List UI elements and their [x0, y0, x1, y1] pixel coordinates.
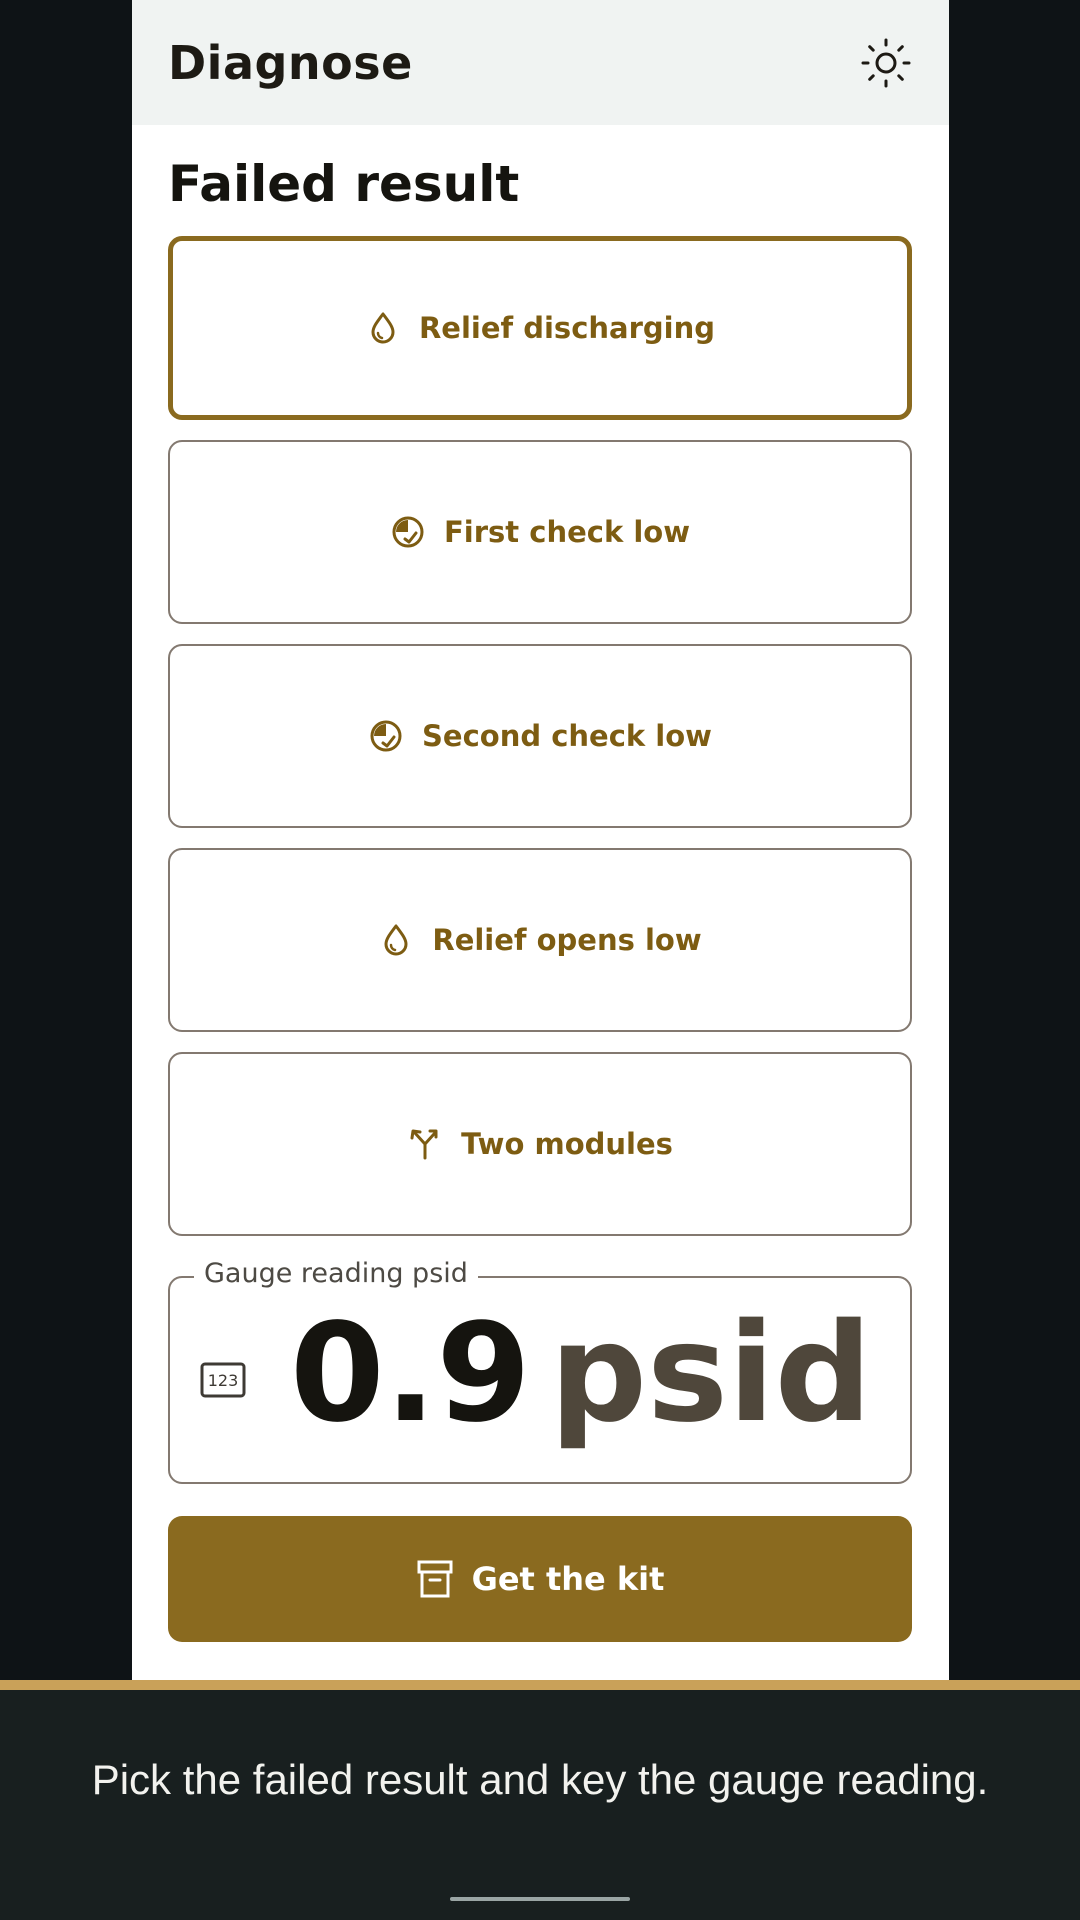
- option-label: Two modules: [461, 1127, 673, 1161]
- option-two-modules[interactable]: Two modules: [168, 1052, 912, 1236]
- page-title: Diagnose: [168, 35, 413, 90]
- option-second-check-low[interactable]: Second check low: [168, 644, 912, 828]
- caption-bar: Pick the failed result and key the gauge…: [0, 1680, 1080, 1920]
- app-bar: Diagnose: [132, 0, 949, 125]
- option-label: Relief opens low: [432, 923, 702, 957]
- svg-text:123: 123: [208, 1371, 239, 1390]
- option-relief-discharging[interactable]: Relief discharging: [168, 236, 912, 420]
- drop-icon: [371, 312, 395, 344]
- gauge-field-label: Gauge reading psid: [194, 1258, 478, 1289]
- get-kit-label: Get the kit: [471, 1560, 665, 1598]
- gauge-reading-field[interactable]: Gauge reading psid 123 0.9 psid: [168, 1258, 912, 1484]
- gauge-unit: psid: [549, 1295, 872, 1453]
- gauge-check-icon: [370, 720, 402, 752]
- option-relief-opens-low[interactable]: Relief opens low: [168, 848, 912, 1032]
- get-kit-button[interactable]: Get the kit: [168, 1516, 912, 1642]
- home-indicator[interactable]: [450, 1897, 630, 1901]
- archive-box-icon: [417, 1560, 453, 1598]
- caption-text: Pick the failed result and key the gauge…: [91, 1756, 989, 1803]
- gauge-value: 0.9: [290, 1295, 531, 1453]
- option-label: Second check low: [422, 719, 712, 753]
- gauge-check-icon: [392, 516, 424, 548]
- option-label: Relief discharging: [418, 311, 716, 345]
- section-title: Failed result: [168, 155, 520, 213]
- option-label: First check low: [443, 515, 690, 549]
- split-arrow-icon: [410, 1129, 438, 1160]
- sun-icon[interactable]: [859, 36, 913, 90]
- option-first-check-low[interactable]: First check low: [168, 440, 912, 624]
- phone-screen: Diagnose Failed result Relief dischargin…: [132, 0, 949, 1680]
- drop-icon: [384, 924, 408, 956]
- number-pad-icon: 123: [200, 1362, 246, 1398]
